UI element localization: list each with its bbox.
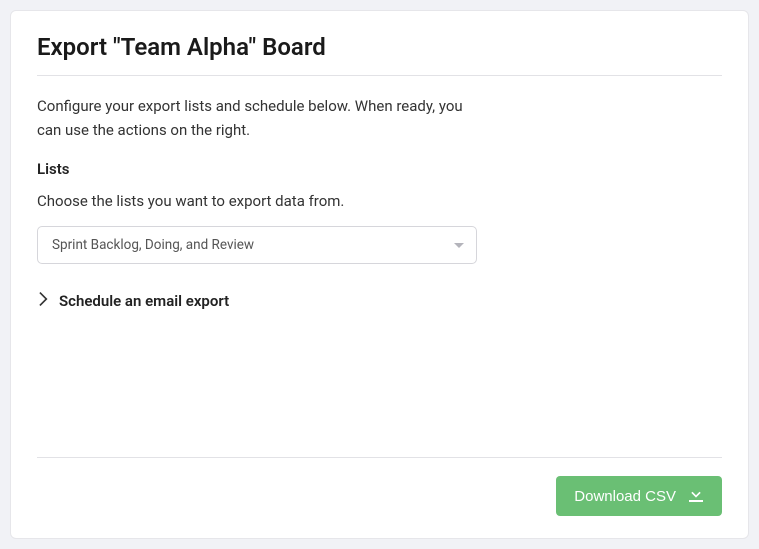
download-csv-label: Download CSV xyxy=(574,488,676,505)
actions-row: Download CSV xyxy=(37,476,722,516)
export-card: Export "Team Alpha" Board Configure your… xyxy=(10,10,749,539)
footer-divider xyxy=(37,457,722,458)
chevron-right-icon xyxy=(39,292,49,310)
lists-section-label: Lists xyxy=(37,160,722,178)
caret-down-icon xyxy=(454,243,464,248)
lists-dropdown[interactable]: Sprint Backlog, Doing, and Review xyxy=(37,226,477,264)
intro-text: Configure your export lists and schedule… xyxy=(37,94,477,142)
lists-section-description: Choose the lists you want to export data… xyxy=(37,192,722,210)
page-title: Export "Team Alpha" Board xyxy=(37,33,722,61)
header-divider xyxy=(37,75,722,76)
schedule-expander[interactable]: Schedule an email export xyxy=(37,292,722,310)
schedule-expander-label: Schedule an email export xyxy=(59,292,229,310)
download-csv-button[interactable]: Download CSV xyxy=(556,476,722,516)
lists-dropdown-value: Sprint Backlog, Doing, and Review xyxy=(52,237,254,253)
download-icon xyxy=(688,486,704,506)
